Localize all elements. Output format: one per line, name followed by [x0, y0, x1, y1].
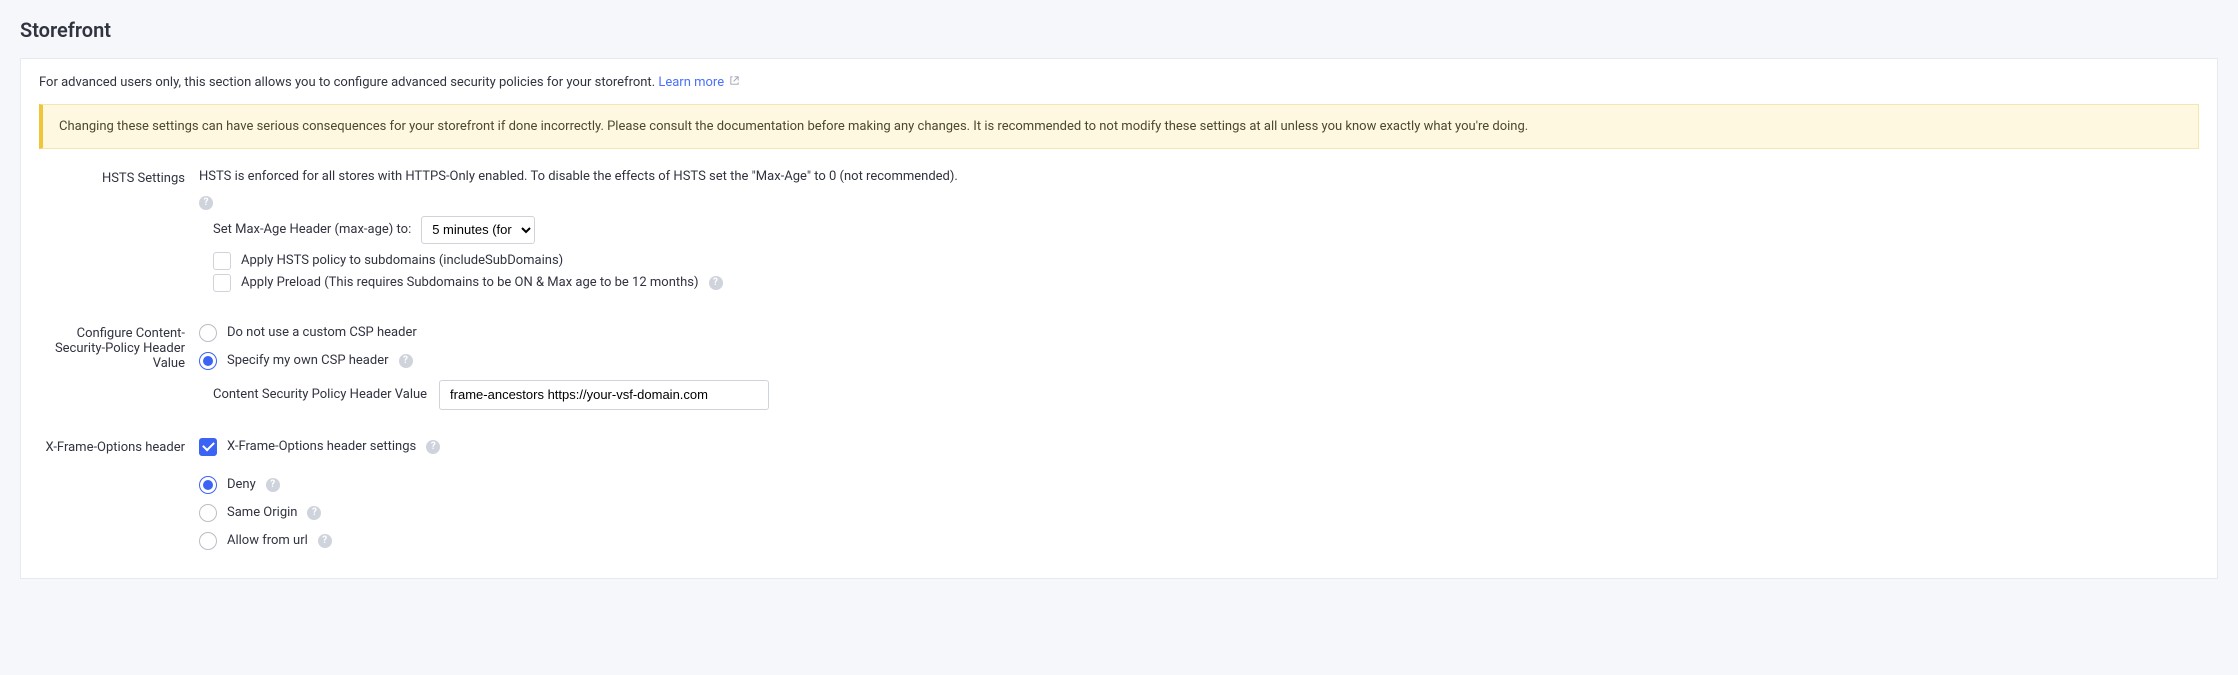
- xframe-radio-same-origin[interactable]: [199, 504, 217, 522]
- hsts-label: HSTS Settings: [39, 169, 199, 186]
- hsts-description: HSTS is enforced for all stores with HTT…: [199, 169, 958, 184]
- csp-radio-none[interactable]: [199, 324, 217, 342]
- external-link-icon: [729, 75, 740, 86]
- help-icon[interactable]: ?: [709, 276, 723, 290]
- xframe-enable-checkbox[interactable]: [199, 438, 217, 456]
- csp-label: Configure Content-Security-Policy Header…: [39, 324, 199, 371]
- learn-more-link[interactable]: Learn more: [658, 75, 740, 90]
- csp-option-specify-label: Specify my own CSP header: [227, 353, 389, 368]
- apply-subdomains-label: Apply HSTS policy to subdomains (include…: [241, 253, 563, 268]
- apply-preload-label: Apply Preload (This requires Subdomains …: [241, 275, 699, 290]
- help-icon[interactable]: ?: [266, 478, 280, 492]
- page-title: Storefront: [20, 18, 2218, 42]
- max-age-select[interactable]: 5 minutes (for: [421, 216, 535, 244]
- csp-option-none-label: Do not use a custom CSP header: [227, 325, 417, 340]
- csp-radio-specify[interactable]: [199, 352, 217, 370]
- help-icon[interactable]: ?: [426, 440, 440, 454]
- csp-value-input[interactable]: [439, 380, 769, 410]
- xframe-section: X-Frame-Options header X-Frame-Options h…: [39, 438, 2199, 550]
- settings-panel: For advanced users only, this section al…: [20, 58, 2218, 579]
- intro-text: For advanced users only, this section al…: [39, 75, 2199, 90]
- xframe-same-origin-label: Same Origin: [227, 505, 297, 520]
- hsts-section: HSTS Settings HSTS is enforced for all s…: [39, 169, 2199, 296]
- xframe-label: X-Frame-Options header: [39, 438, 199, 455]
- learn-more-label: Learn more: [658, 75, 724, 90]
- csp-value-label: Content Security Policy Header Value: [213, 387, 427, 402]
- intro-text-body: For advanced users only, this section al…: [39, 75, 658, 90]
- apply-preload-checkbox[interactable]: [213, 274, 231, 292]
- help-icon[interactable]: ?: [199, 196, 213, 210]
- xframe-allow-from-url-label: Allow from url: [227, 533, 308, 548]
- help-icon[interactable]: ?: [318, 534, 332, 548]
- help-icon[interactable]: ?: [399, 354, 413, 368]
- warning-text: Changing these settings can have serious…: [59, 119, 1528, 134]
- xframe-radio-deny[interactable]: [199, 476, 217, 494]
- xframe-radio-allow-from-url[interactable]: [199, 532, 217, 550]
- max-age-label: Set Max-Age Header (max-age) to:: [213, 222, 411, 237]
- help-icon[interactable]: ?: [307, 506, 321, 520]
- csp-section: Configure Content-Security-Policy Header…: [39, 324, 2199, 410]
- apply-subdomains-checkbox[interactable]: [213, 252, 231, 270]
- xframe-checkbox-label: X-Frame-Options header settings: [227, 439, 416, 454]
- warning-alert: Changing these settings can have serious…: [39, 104, 2199, 149]
- xframe-deny-label: Deny: [227, 477, 256, 492]
